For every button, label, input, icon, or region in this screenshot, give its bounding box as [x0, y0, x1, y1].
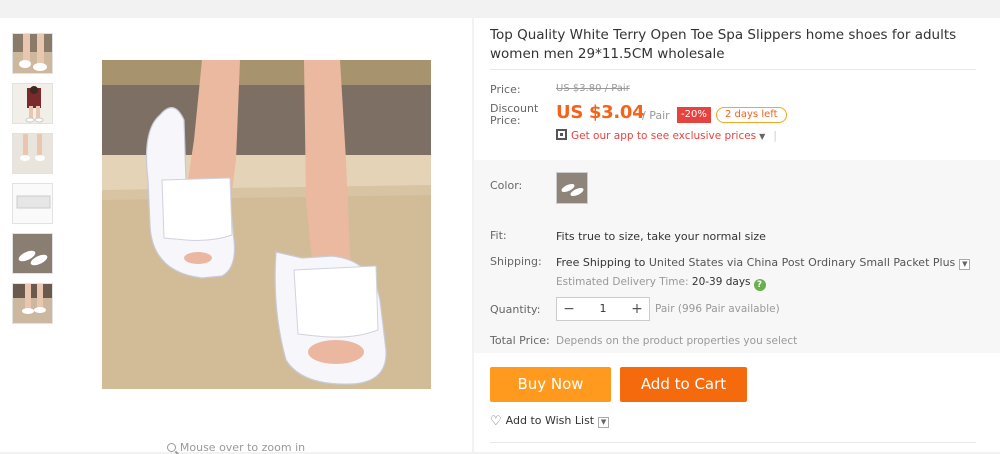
color-swatch[interactable] [556, 172, 588, 204]
thumbnail-3[interactable] [12, 133, 53, 174]
qr-code-icon [556, 129, 567, 140]
shipping-info[interactable]: Free Shipping to United States via China… [556, 256, 971, 270]
thumbnail-2[interactable] [12, 83, 53, 124]
wish-list-text: Add to Wish List [505, 414, 595, 427]
product-page: Mouse over to zoom in Top Quality White … [0, 6, 1000, 454]
original-price: US $3.80 / Pair [556, 83, 630, 94]
shipping-label: Shipping: [490, 255, 542, 268]
divider [490, 69, 976, 70]
discount-label-line2: Price: [490, 114, 521, 127]
total-price-label: Total Price: [490, 334, 550, 347]
delivery-days: 20-39 days [691, 276, 751, 288]
thumbnail-5[interactable] [12, 233, 53, 274]
quantity-label: Quantity: [490, 303, 541, 316]
discount-price: US $3.04 [556, 102, 645, 123]
price-unit: / Pair [642, 109, 670, 122]
buy-now-button[interactable]: Buy Now [490, 367, 611, 402]
days-left-badge: 2 days left [716, 107, 787, 123]
quantity-stepper: − 1 + [556, 297, 650, 321]
quantity-available: Pair (996 Pair available) [655, 303, 780, 315]
increase-button[interactable]: + [625, 298, 649, 320]
main-product-image[interactable] [102, 60, 431, 389]
delivery-label: Estimated Delivery Time: [556, 276, 689, 288]
free-shipping-text: Free Shipping [556, 256, 631, 269]
shipping-method: United States via China Post Ordinary Sm… [648, 256, 956, 269]
add-to-cart-button[interactable]: Add to Cart [620, 367, 747, 402]
decrease-button[interactable]: − [557, 298, 581, 320]
caret-down-icon: ▼ [759, 132, 766, 141]
thumbnail-1[interactable] [12, 33, 53, 74]
shipping-to-text: to [634, 256, 646, 269]
heart-icon: ♡ [490, 414, 502, 429]
fit-label: Fit: [490, 229, 507, 242]
delivery-estimate: Estimated Delivery Time: 20-39 days? [556, 276, 766, 291]
divider [490, 442, 976, 443]
product-info-panel: Top Quality White Terry Open Toe Spa Sli… [474, 18, 1000, 452]
wish-list-link[interactable]: ♡ Add to Wish List ▼ [490, 414, 610, 429]
color-label: Color: [490, 179, 523, 192]
chevron-down-icon: ▼ [598, 417, 610, 428]
zoom-hint-text: Mouse over to zoom in [179, 441, 306, 454]
total-price-value: Depends on the product properties you se… [556, 335, 798, 347]
properties-section: Color: Fit: Fits true to size, take your… [474, 160, 1000, 353]
chevron-down-icon: ▼ [959, 259, 971, 270]
separator: | [773, 130, 777, 142]
zoom-hint: Mouse over to zoom in [0, 441, 472, 454]
thumbnail-6[interactable] [12, 283, 53, 324]
fit-value: Fits true to size, take your normal size [556, 230, 766, 243]
discount-percent-badge: -20% [677, 107, 711, 123]
thumbnail-list [12, 33, 54, 333]
magnifier-icon [166, 443, 176, 452]
price-label: Price: [490, 83, 521, 96]
help-icon[interactable]: ? [753, 279, 766, 291]
app-price-link[interactable]: Get our app to see exclusive prices ▼ | [556, 129, 777, 142]
image-gallery: Mouse over to zoom in [0, 18, 472, 454]
quantity-input[interactable]: 1 [581, 298, 625, 320]
app-link-text: Get our app to see exclusive prices [571, 130, 757, 142]
thumbnail-4[interactable] [12, 183, 53, 224]
product-title: Top Quality White Terry Open Toe Spa Sli… [490, 27, 957, 62]
